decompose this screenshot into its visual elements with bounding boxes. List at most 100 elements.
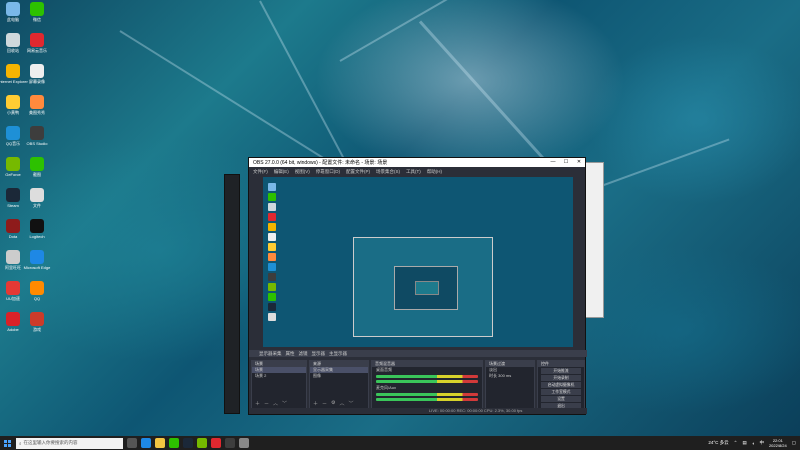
volume-icon[interactable]: ◖ bbox=[752, 441, 755, 446]
source-toolbar-item[interactable]: 属性 bbox=[286, 351, 295, 357]
desktop-icon-label: QQ bbox=[33, 296, 41, 301]
desktop-icon[interactable]: Adobe bbox=[0, 312, 26, 342]
desktop-icon[interactable]: Dota bbox=[0, 219, 26, 249]
desktop-icon[interactable]: 阿里旺旺 bbox=[0, 250, 26, 280]
desktop-icon-label: 微信 bbox=[33, 17, 41, 22]
volume-slider[interactable] bbox=[376, 398, 478, 401]
settings-icon[interactable] bbox=[239, 438, 249, 448]
desktop-icon[interactable]: 美图秀秀 bbox=[24, 95, 50, 125]
obs-window[interactable]: OBS 27.0.0 (64 bit, windows) - 配置文件: 未命名… bbox=[248, 157, 587, 415]
search-icon: ⌕ bbox=[19, 440, 22, 446]
scene-item[interactable]: 场景 2 bbox=[252, 373, 306, 379]
scenes-panel: 场景 场景 场景 2 ＋－ ︿ ﹀ bbox=[251, 360, 307, 410]
notification-icon[interactable]: ▢ bbox=[792, 440, 796, 446]
input-language[interactable]: 中 bbox=[759, 440, 764, 446]
background-window[interactable] bbox=[224, 174, 240, 414]
desktop-icon[interactable]: 文件 bbox=[24, 188, 50, 218]
desktop-icon[interactable]: QQ bbox=[24, 281, 50, 311]
volume-slider[interactable] bbox=[376, 380, 478, 383]
wechat-icon[interactable] bbox=[169, 438, 179, 448]
file-explorer-icon[interactable] bbox=[155, 438, 165, 448]
source-toolbar-item[interactable]: 显示器 bbox=[312, 351, 326, 357]
menu-item[interactable]: 场景集合(S) bbox=[376, 169, 400, 175]
desktop-icon-label: 文件 bbox=[33, 203, 41, 208]
desktop-icon[interactable]: GeForce bbox=[0, 157, 26, 187]
virtual-camera-button[interactable]: 启动虚拟摄像机 bbox=[541, 382, 581, 388]
desktop-icon[interactable]: 小黄鸭 bbox=[0, 95, 26, 125]
mixer-channel-label: 桌面音频 bbox=[376, 367, 392, 372]
desktop-icon[interactable]: OBS Studio bbox=[24, 126, 50, 156]
preview-desktop-icons bbox=[266, 181, 288, 323]
menu-item[interactable]: 视图(V) bbox=[295, 169, 310, 175]
desktop-icon-label: 网易云音乐 bbox=[27, 48, 47, 53]
desktop-icon[interactable]: 屏幕录像 bbox=[24, 64, 50, 94]
source-toolbar-item[interactable]: 显示器采集 bbox=[259, 351, 282, 357]
source-toolbar-item[interactable]: 主显示器 bbox=[329, 351, 347, 357]
menu-item[interactable]: 文件(F) bbox=[253, 169, 268, 175]
obs-icon[interactable] bbox=[225, 438, 235, 448]
steam-icon[interactable] bbox=[183, 438, 193, 448]
desktop-icon[interactable]: 网易云音乐 bbox=[24, 33, 50, 63]
desktop-icon[interactable]: Internet Explorer bbox=[0, 64, 28, 94]
menu-item[interactable]: 停靠窗口(D) bbox=[316, 169, 340, 175]
preview-icon bbox=[268, 283, 276, 291]
preview-icon bbox=[268, 313, 276, 321]
maximize-icon[interactable]: ☐ bbox=[560, 158, 572, 167]
controls-header: 控件 bbox=[538, 361, 584, 367]
sources-tools[interactable]: ＋－ ⚙ ︿ ﹀ bbox=[313, 400, 354, 407]
menu-item[interactable]: 工具(T) bbox=[406, 169, 421, 175]
weather-text[interactable]: 24°C 多云 bbox=[708, 440, 728, 446]
desktop-icon-label: Adobe bbox=[7, 327, 19, 332]
desktop-icon[interactable]: 截图 bbox=[24, 157, 50, 187]
obs-title-bar[interactable]: OBS 27.0.0 (64 bit, windows) - 配置文件: 未命名… bbox=[249, 158, 585, 167]
menu-item[interactable]: 编辑(E) bbox=[274, 169, 289, 175]
window-title: OBS 27.0.0 (64 bit, windows) - 配置文件: 未命名… bbox=[253, 160, 388, 166]
desktop-icon[interactable]: Microsoft Edge bbox=[24, 250, 50, 280]
minimize-icon[interactable]: — bbox=[547, 158, 559, 167]
duration-input[interactable]: 300 ms bbox=[498, 373, 511, 378]
netease-music-icon[interactable] bbox=[211, 438, 221, 448]
source-toolbar: 显示器采集 属性 滤镜 显示器 主显示器 bbox=[249, 350, 587, 357]
start-button[interactable] bbox=[0, 436, 14, 450]
search-input[interactable]: ⌕ 在这里输入你要搜索的内容 bbox=[16, 437, 123, 449]
menu-item[interactable]: 帮助(H) bbox=[427, 169, 442, 175]
edge-icon[interactable] bbox=[141, 438, 151, 448]
desktop-icon[interactable]: 此电脑 bbox=[0, 2, 26, 32]
start-recording-button[interactable]: 开始录制 bbox=[541, 375, 581, 381]
desktop-icon[interactable]: 游戏 bbox=[24, 312, 50, 342]
obs-status-bar: LIVE: 00:00:00 REC: 00:00:00 CPU: 2.3%, … bbox=[249, 408, 587, 414]
mixer-channel-label: 麦克风/Aux bbox=[376, 385, 397, 390]
desktop-icon[interactable]: Steam bbox=[0, 188, 26, 218]
desktop-icon[interactable]: 微信 bbox=[24, 2, 50, 32]
menu-item[interactable]: 配置文件(P) bbox=[346, 169, 370, 175]
desktop-icon-label: Microsoft Edge bbox=[23, 265, 51, 270]
preview-icon bbox=[268, 213, 276, 221]
task-view-icon[interactable] bbox=[127, 438, 137, 448]
desktop-icon[interactable]: 回收站 bbox=[0, 33, 26, 63]
app-icon bbox=[6, 219, 20, 233]
source-item[interactable]: 图像 bbox=[310, 373, 368, 379]
app-icon bbox=[6, 312, 20, 326]
scenes-tools[interactable]: ＋－ ︿ ﹀ bbox=[255, 400, 287, 407]
sources-panel: 来源 显示器采集 图像 ＋－ ⚙ ︿ ﹀ bbox=[309, 360, 369, 410]
desktop-icon-label: 游戏 bbox=[33, 327, 41, 332]
desktop-icon[interactable]: Logitech bbox=[24, 219, 50, 249]
desktop-icon[interactable]: QQ音乐 bbox=[0, 126, 26, 156]
add-icon: ＋ bbox=[255, 401, 261, 407]
geforce-icon[interactable] bbox=[197, 438, 207, 448]
source-toolbar-item[interactable]: 滤镜 bbox=[299, 351, 308, 357]
desktop-icon-label: 截图 bbox=[33, 172, 41, 177]
start-streaming-button[interactable]: 开始推流 bbox=[541, 368, 581, 374]
close-icon[interactable]: ✕ bbox=[573, 158, 585, 167]
preview-icon bbox=[268, 293, 276, 301]
network-icon[interactable]: ▤ bbox=[742, 440, 746, 446]
clock[interactable]: 22:01 2022/8/24 bbox=[769, 438, 787, 448]
settings-button[interactable]: 设置 bbox=[541, 396, 581, 402]
app-icon bbox=[6, 126, 20, 140]
volume-meter bbox=[376, 393, 478, 396]
desktop-icon[interactable]: UU加速 bbox=[0, 281, 26, 311]
chevron-up-icon[interactable]: ⌃ bbox=[734, 440, 738, 446]
obs-preview[interactable] bbox=[263, 177, 573, 347]
preview-icon bbox=[268, 203, 276, 211]
studio-mode-button[interactable]: 工作室模式 bbox=[541, 389, 581, 395]
